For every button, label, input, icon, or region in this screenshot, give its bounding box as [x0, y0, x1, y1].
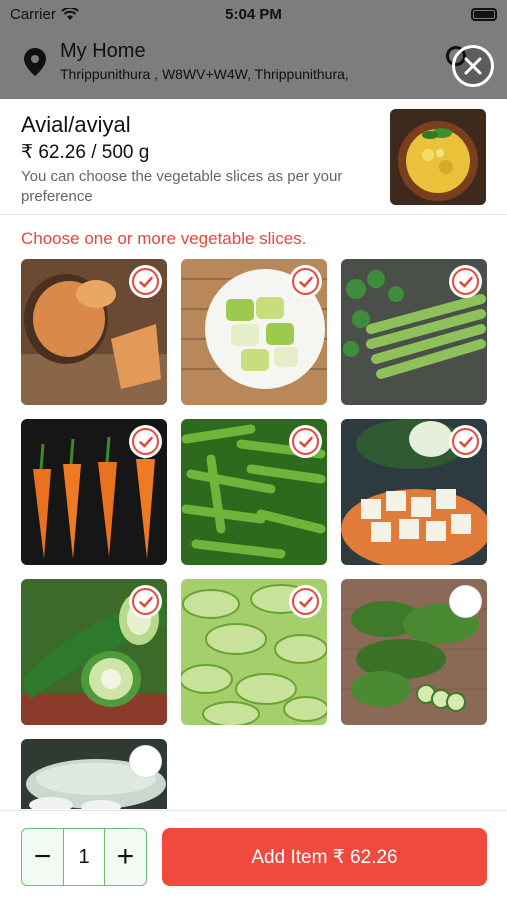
product-image	[390, 109, 486, 205]
close-button[interactable]	[452, 45, 494, 87]
footer-action-bar: − 1 + Add Item ₹ 62.26	[0, 810, 507, 900]
product-title: Avial/aviyal	[21, 112, 131, 137]
option-tile-ash-gourd[interactable]	[21, 739, 167, 809]
option-tile-bitter-gourd[interactable]	[341, 579, 487, 725]
decrement-button[interactable]: −	[22, 829, 63, 885]
product-options-sheet: Avial/aviyal ₹ 62.26 / 500 g You can cho…	[0, 99, 507, 900]
selected-check-icon	[289, 265, 322, 298]
increment-button[interactable]: +	[105, 829, 146, 885]
selected-check-icon	[289, 585, 322, 618]
quantity-value: 1	[63, 829, 105, 885]
selected-check-icon	[129, 265, 162, 298]
option-tile-beans[interactable]	[181, 419, 327, 565]
option-tile-ash-gourd-pieces[interactable]	[181, 259, 327, 405]
option-tile-cucumber-slices[interactable]	[181, 579, 327, 725]
option-tile-snake-gourd[interactable]	[21, 579, 167, 725]
close-icon	[464, 57, 482, 75]
location-pin-icon	[24, 48, 46, 76]
option-tile-carrot[interactable]	[21, 419, 167, 565]
option-tile-drumstick[interactable]	[341, 259, 487, 405]
product-header: Avial/aviyal ₹ 62.26 / 500 g You can cho…	[0, 99, 507, 215]
selected-check-icon	[289, 425, 322, 458]
selected-check-icon	[129, 585, 162, 618]
selection-instruction: Choose one or more vegetable slices.	[21, 229, 307, 248]
location-title: My Home	[60, 40, 146, 62]
product-price: ₹ 62.26 / 500 g	[21, 142, 150, 163]
selected-check-icon	[129, 425, 162, 458]
unselected-circle-icon	[129, 745, 162, 778]
battery-icon	[471, 8, 497, 21]
option-tile-pumpkin-cubes[interactable]	[341, 419, 487, 565]
location-address: Thrippunithura , W8WV+W4W, Thrippunithur…	[60, 66, 349, 82]
quantity-stepper: − 1 +	[21, 828, 147, 886]
status-bar: Carrier 5:04 PM	[0, 0, 507, 30]
selected-check-icon	[449, 425, 482, 458]
product-description: You can choose the vegetable slices as p…	[21, 168, 343, 205]
selected-check-icon	[449, 265, 482, 298]
add-item-button[interactable]: Add Item ₹ 62.26	[162, 828, 487, 886]
status-time: 5:04 PM	[225, 6, 282, 23]
location-header: My Home Thrippunithura , W8WV+W4W, Thrip…	[0, 30, 507, 99]
option-tile-yam[interactable]	[21, 259, 167, 405]
unselected-circle-icon	[449, 585, 482, 618]
